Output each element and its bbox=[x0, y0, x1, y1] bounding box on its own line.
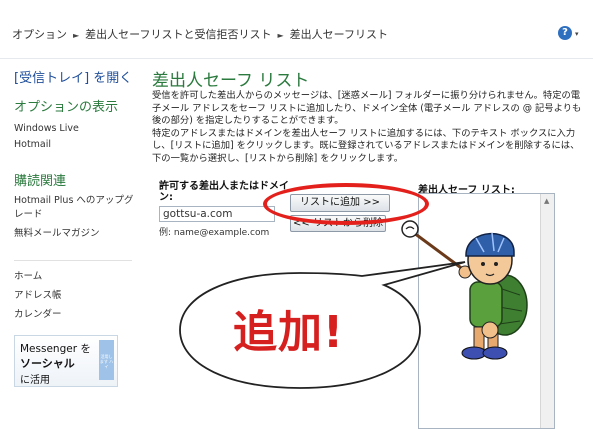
messenger-thumbnail: 活用します ハイ bbox=[99, 340, 114, 380]
help-caret-icon[interactable]: ▾ bbox=[575, 30, 579, 38]
messenger-banner-line2: ソーシャル bbox=[20, 357, 75, 370]
messenger-banner[interactable]: Messenger を ソーシャル に活用 活用します ハイ bbox=[14, 335, 118, 387]
sidebar-item-home[interactable]: ホーム bbox=[14, 268, 42, 282]
messenger-banner-line1: Messenger を bbox=[20, 343, 91, 355]
breadcrumb-separator-icon: ► bbox=[277, 31, 284, 40]
messenger-thumbnail-text: 活用します ハイ bbox=[99, 354, 114, 369]
scroll-up-icon[interactable]: ▲ bbox=[544, 197, 549, 205]
description-paragraph-2: 特定のアドレスまたはドメインを差出人セーフ リストに追加するには、下のテキスト … bbox=[152, 127, 580, 164]
highlight-ring bbox=[263, 183, 429, 225]
example-hint: 例: name@example.com bbox=[159, 228, 270, 238]
safe-list-scrollbar[interactable]: ▲ bbox=[540, 194, 554, 428]
breadcrumb-separator-icon: ► bbox=[73, 31, 80, 40]
allowed-sender-input[interactable]: gottsu-a.com bbox=[159, 206, 275, 222]
sidebar-item-newsletter[interactable]: 無料メールマガジン bbox=[14, 225, 100, 239]
sidebar-item-hotmail[interactable]: Hotmail bbox=[14, 139, 51, 150]
sidebar-item-address-book[interactable]: アドレス帳 bbox=[14, 287, 62, 301]
sidebar-item-windows-live[interactable]: Windows Live bbox=[14, 123, 79, 134]
related-heading: 購読関連 bbox=[14, 174, 67, 189]
safe-list-box[interactable]: ▲ bbox=[418, 193, 555, 429]
breadcrumb-options[interactable]: オプション bbox=[12, 26, 67, 42]
bubble-add-text: 追加! bbox=[233, 307, 345, 358]
breadcrumb-current: 差出人セーフリスト bbox=[289, 28, 388, 41]
page-title: 差出人セーフ リスト bbox=[152, 71, 310, 91]
breadcrumb-safe-blocked[interactable]: 差出人セーフリストと受信拒否リスト bbox=[85, 26, 271, 42]
top-bar: オプション ► 差出人セーフリストと受信拒否リスト ► 差出人セーフリスト ? ▾ bbox=[0, 0, 593, 59]
sidebar-item-hotmail-plus[interactable]: Hotmail Plus へのアップグレード bbox=[14, 194, 134, 222]
open-inbox-link[interactable]: [受信トレイ] を開く bbox=[14, 67, 132, 86]
description-paragraph-1: 受信を許可した差出人からのメッセージは、[迷惑メール] フォルダーに振り分けられ… bbox=[152, 90, 582, 126]
breadcrumb: オプション ► 差出人セーフリストと受信拒否リスト ► 差出人セーフリスト bbox=[12, 26, 388, 42]
options-heading: オプションの表示 bbox=[14, 100, 119, 115]
help-icon[interactable]: ? bbox=[558, 26, 572, 40]
messenger-banner-line3: に活用 bbox=[20, 375, 50, 386]
sidebar-divider bbox=[14, 260, 132, 261]
page-description: 受信を許可した差出人からのメッセージは、[迷惑メール] フォルダーに振り分けられ… bbox=[152, 90, 587, 165]
small-face-bubble bbox=[401, 220, 419, 238]
sidebar-item-calendar[interactable]: カレンダー bbox=[14, 306, 62, 320]
